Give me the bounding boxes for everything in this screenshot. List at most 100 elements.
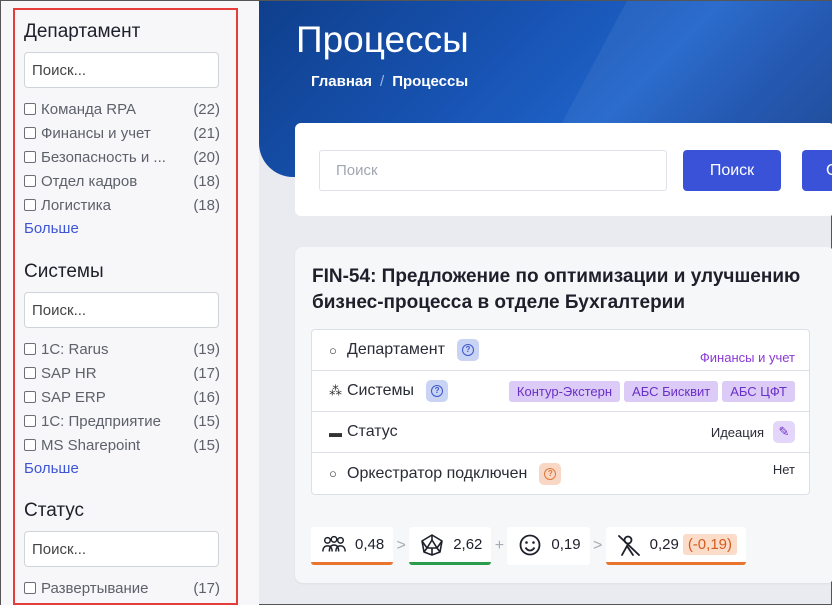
facet-title: Департамент [24, 21, 141, 42]
status-bar-icon: ▬ [329, 424, 342, 440]
checkbox[interactable] [24, 151, 36, 163]
metric-complexity[interactable]: 2,62 [409, 527, 492, 565]
secondary-button[interactable]: С [802, 150, 832, 191]
facet-item-count: (22) [193, 100, 220, 118]
facet-more-link[interactable]: Больше [24, 218, 220, 240]
facet-item[interactable]: 1C: Rarus (19) [24, 337, 220, 361]
facet-item-label: 1C: Rarus [41, 340, 109, 358]
facet-title: Системы [24, 261, 104, 282]
metric-fte[interactable]: 0,29 (-0,19) [605, 527, 746, 565]
circle-icon: ○ [329, 342, 337, 358]
metric-satisfaction[interactable]: 0,19 [507, 527, 590, 565]
facet-item-count: (19) [193, 340, 220, 358]
help-icon[interactable]: ? [539, 462, 562, 485]
facet-search-input[interactable] [24, 52, 219, 88]
system-tag[interactable]: АБС ЦФТ [722, 380, 795, 402]
breadcrumb: Главная / Процессы [311, 73, 468, 90]
search-input[interactable] [319, 150, 667, 191]
facet-item-count: (15) [193, 412, 220, 430]
facet-item-label: SAP ERP [41, 388, 106, 406]
department-value[interactable]: Финансы и учет [700, 350, 795, 365]
breadcrumb-home[interactable]: Главная [311, 73, 372, 90]
facet-item-label: SAP HR [41, 364, 97, 382]
facet-item-label: Отдел кадров [41, 172, 138, 190]
checkbox[interactable] [24, 582, 36, 594]
facet-list: Команда RPA (22) Финансы и учет (21) Безоп… [24, 97, 220, 217]
field-systems: ⁂ Системы ? Контур-Экстерн АБС Бисквит А… [312, 371, 809, 412]
facet-item[interactable]: SAP HR (17) [24, 361, 220, 385]
facet-more-link[interactable]: Больше [24, 458, 220, 480]
checkbox[interactable] [24, 415, 36, 427]
metric-separator: + [494, 537, 505, 554]
facet-item[interactable]: Финансы и учет (21) [24, 121, 220, 145]
breadcrumb-current: Процессы [392, 73, 469, 90]
facet-item-label: Логистика [41, 196, 112, 214]
orchestrator-value: Нет [772, 462, 795, 477]
facet-item[interactable]: MS Sharepoint (15) [24, 433, 220, 457]
field-status: ▬ Статус Идеация ✎ [312, 412, 809, 453]
facet-item[interactable]: Логистика (18) [24, 193, 220, 217]
facet-item-label: Финансы и учет [41, 124, 151, 142]
field-label: Департамент [347, 341, 445, 358]
facet-search-input[interactable] [24, 531, 219, 567]
polyhedron-icon [419, 533, 445, 556]
checkbox[interactable] [24, 103, 36, 115]
circle-icon: ○ [329, 466, 337, 481]
facet-item-label: Развертывание [41, 579, 149, 597]
metric-value: 0,19 [551, 536, 581, 553]
search-panel: Поиск С [295, 123, 832, 216]
process-metrics: 0,48 > 2,62 + 0,19 > 0,29 (-0,19) [311, 527, 746, 565]
facet-item[interactable]: Безопасность и ... (20) [24, 145, 220, 169]
metric-separator: > [592, 537, 603, 554]
checkbox[interactable] [24, 367, 36, 379]
metric-people[interactable]: 0,48 [311, 527, 394, 565]
facet-item-count: (20) [193, 148, 220, 166]
facet-item-count: (21) [193, 124, 220, 142]
facet-item[interactable]: Развертывание (17) [24, 576, 220, 600]
facet-status: Статус Развертывание (17) [24, 499, 220, 600]
facet-department: Департамент Команда RPA (22) Финансы и уч… [24, 20, 220, 240]
people-group-icon [321, 534, 347, 556]
help-icon[interactable]: ? [426, 380, 449, 402]
page-title: Процессы [296, 19, 469, 60]
facet-item-label: MS Sharepoint [41, 436, 141, 454]
facet-item[interactable]: 1C: Предприятие (15) [24, 409, 220, 433]
pencil-icon[interactable]: ✎ [773, 421, 795, 443]
facet-list: 1C: Rarus (19) SAP HR (17) SAP ERP (16) 1C:… [24, 337, 220, 457]
facet-item-count: (18) [193, 196, 220, 214]
cross-out-person-icon [616, 534, 642, 556]
facet-item[interactable]: SAP ERP (16) [24, 385, 220, 409]
field-department: ○ Департамент ? Финансы и учет [312, 330, 809, 371]
checkbox[interactable] [24, 439, 36, 451]
checkbox[interactable] [24, 175, 36, 187]
facet-title: Статус [24, 500, 85, 521]
checkbox[interactable] [24, 199, 36, 211]
facet-item-label: Безопасность и ... [41, 148, 166, 166]
process-card[interactable]: FIN-54: Предложение по оптимизации и улу… [295, 247, 832, 583]
facet-search-input[interactable] [24, 292, 219, 328]
facet-item-count: (15) [193, 436, 220, 454]
help-icon[interactable]: ? [456, 339, 479, 361]
metric-separator: > [396, 537, 406, 554]
facet-list: Развертывание (17) [24, 576, 220, 600]
facet-item-label: Команда RPA [41, 100, 137, 118]
facet-item[interactable]: Отдел кадров (18) [24, 169, 220, 193]
search-button[interactable]: Поиск [683, 150, 781, 191]
system-tag[interactable]: Контур-Экстерн [508, 380, 621, 402]
checkbox[interactable] [24, 343, 36, 355]
facet-item-label: 1C: Предприятие [41, 412, 161, 430]
field-orchestrator: ○ Оркестратор подключен ? Нет [312, 453, 809, 494]
facet-item-count: (17) [193, 579, 220, 597]
smiley-icon [517, 534, 543, 556]
process-fields: ○ Департамент ? Финансы и учет ⁂ Системы… [311, 329, 810, 495]
facet-item-count: (16) [193, 388, 220, 406]
system-tag[interactable]: АБС Бисквит [624, 380, 719, 402]
checkbox[interactable] [24, 127, 36, 139]
facet-systems: Системы 1C: Rarus (19) SAP HR (17) SAP ERP… [24, 260, 220, 480]
metric-delta-badge: (-0,19) [682, 534, 737, 555]
process-title[interactable]: FIN-54: Предложение по оптимизации и улу… [312, 264, 812, 316]
field-label: Статус [347, 423, 398, 440]
checkbox[interactable] [24, 391, 36, 403]
facet-item[interactable]: Команда RPA (22) [24, 97, 220, 121]
metric-value: 2,62 [453, 536, 483, 553]
